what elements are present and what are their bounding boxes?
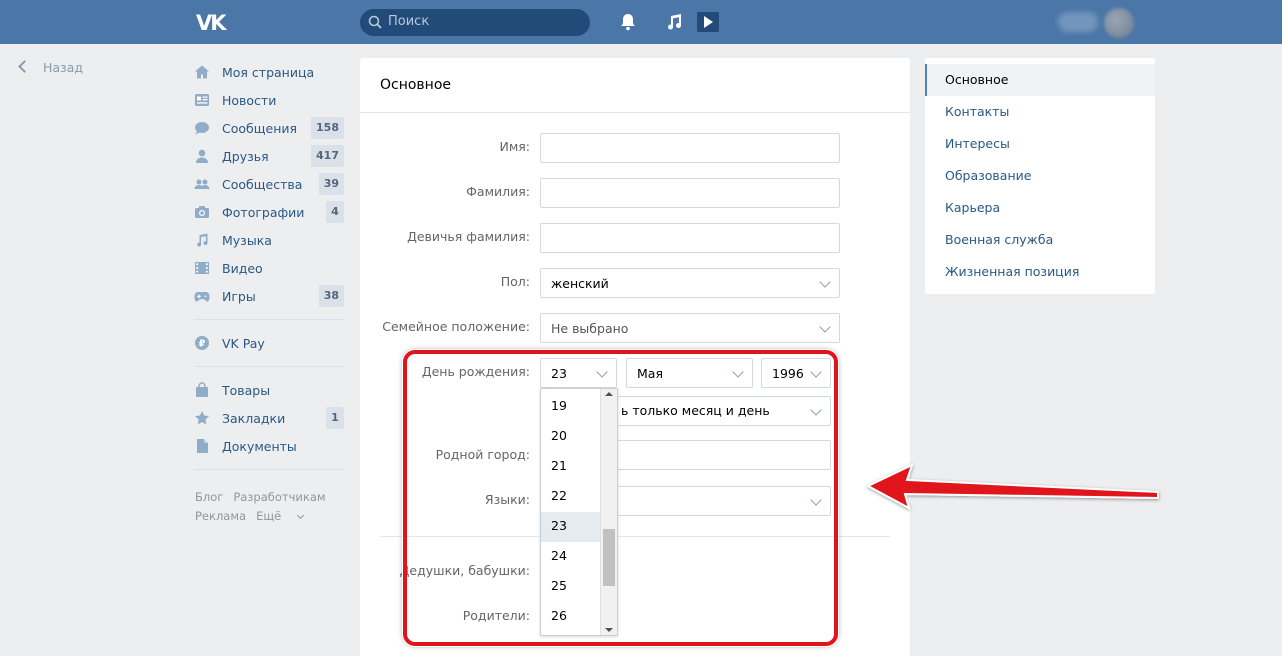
user-name[interactable] — [1058, 12, 1098, 32]
menu-item-communities[interactable]: Сообщества 39 — [194, 170, 346, 198]
first-name-input[interactable] — [540, 133, 840, 163]
menu-item-documents[interactable]: Документы — [194, 432, 346, 460]
highlight-box — [403, 350, 838, 646]
home-icon — [194, 64, 210, 80]
last-name-label: Фамилия: — [466, 184, 530, 199]
friends-badge: 417 — [311, 145, 344, 167]
menu-footer: Блог Разработчикам Реклама Ещё — [195, 488, 336, 526]
left-menu: Моя страница Новости Сообщения 158 Друзь… — [194, 58, 346, 479]
title-divider — [360, 112, 910, 113]
nav-item-education[interactable]: Образование — [925, 160, 1155, 192]
music-icon — [194, 232, 210, 248]
chevron-down-icon — [296, 511, 304, 520]
back-label: Назад — [43, 60, 84, 75]
vk-logo[interactable]: VK — [196, 11, 230, 35]
marital-status-value: Не выбрано — [551, 321, 629, 336]
camera-icon — [194, 204, 210, 220]
search-icon — [368, 15, 382, 29]
red-arrow-icon — [865, 463, 1159, 510]
play-next-icon[interactable] — [696, 11, 720, 33]
friends-icon — [194, 148, 210, 164]
maiden-name-input[interactable] — [540, 223, 840, 253]
nav-item-contacts[interactable]: Контакты — [925, 96, 1155, 128]
last-name-input[interactable] — [540, 178, 840, 208]
video-icon — [194, 260, 210, 276]
avatar[interactable] — [1104, 8, 1134, 38]
chevron-left-icon — [18, 60, 31, 73]
star-icon — [194, 410, 210, 426]
right-section-nav: Основное Контакты Интересы Образование К… — [925, 58, 1155, 294]
vkpay-icon: ₽ — [194, 335, 210, 351]
maiden-name-label: Девичья фамилия: — [407, 229, 530, 244]
first-name-label: Имя: — [499, 139, 530, 154]
marital-status-select[interactable]: Не выбрано — [540, 313, 840, 343]
footer-link-more[interactable]: Ещё — [256, 509, 313, 523]
gamepad-icon — [194, 288, 210, 304]
document-icon — [194, 438, 210, 454]
menu-item-games[interactable]: Игры 38 — [194, 282, 346, 310]
menu-item-music[interactable]: Музыка — [194, 226, 346, 254]
gender-value: женский — [551, 276, 609, 291]
shopping-bag-icon — [194, 382, 210, 398]
nav-item-interests[interactable]: Интересы — [925, 128, 1155, 160]
footer-link-developers[interactable]: Разработчикам — [233, 490, 325, 504]
top-header: VK Поиск — [0, 0, 1282, 44]
messages-badge: 158 — [311, 117, 344, 139]
bell-icon[interactable] — [618, 12, 638, 32]
games-badge: 38 — [318, 285, 344, 307]
menu-item-photos[interactable]: Фотографии 4 — [194, 198, 346, 226]
communities-icon — [194, 176, 210, 192]
chevron-down-icon — [819, 321, 831, 333]
menu-item-messages[interactable]: Сообщения 158 — [194, 114, 346, 142]
menu-item-friends[interactable]: Друзья 417 — [194, 142, 346, 170]
menu-divider — [194, 319, 344, 320]
marital-status-label: Семейное положение: — [382, 319, 530, 334]
menu-item-goods[interactable]: Товары — [194, 376, 346, 404]
menu-item-news[interactable]: Новости — [194, 86, 346, 114]
communities-badge: 39 — [318, 173, 344, 195]
menu-divider — [194, 366, 344, 367]
page-title: Основное — [380, 77, 452, 93]
chevron-down-icon — [819, 276, 831, 288]
nav-item-basic[interactable]: Основное — [925, 64, 1155, 96]
menu-item-vkpay[interactable]: ₽ VK Pay — [194, 329, 346, 357]
nav-item-career[interactable]: Карьера — [925, 192, 1155, 224]
search-placeholder: Поиск — [388, 14, 430, 29]
footer-link-blog[interactable]: Блог — [195, 490, 223, 504]
gender-label: Пол: — [500, 274, 530, 289]
news-icon — [194, 92, 210, 108]
music-icon[interactable] — [664, 12, 684, 32]
nav-item-military[interactable]: Военная служба — [925, 224, 1155, 256]
menu-item-bookmarks[interactable]: Закладки 1 — [194, 404, 346, 432]
footer-link-ads[interactable]: Реклама — [195, 509, 246, 523]
nav-item-life-position[interactable]: Жизненная позиция — [925, 256, 1155, 288]
back-link[interactable]: Назад — [18, 60, 84, 75]
bookmarks-badge: 1 — [326, 407, 344, 429]
messages-icon — [194, 120, 210, 136]
menu-item-video[interactable]: Видео — [194, 254, 346, 282]
gender-select[interactable]: женский — [540, 268, 840, 298]
menu-item-my-page[interactable]: Моя страница — [194, 58, 346, 86]
menu-divider — [194, 469, 344, 470]
svg-text:₽: ₽ — [199, 339, 206, 350]
search-input[interactable]: Поиск — [360, 9, 590, 36]
photos-badge: 4 — [326, 201, 344, 223]
